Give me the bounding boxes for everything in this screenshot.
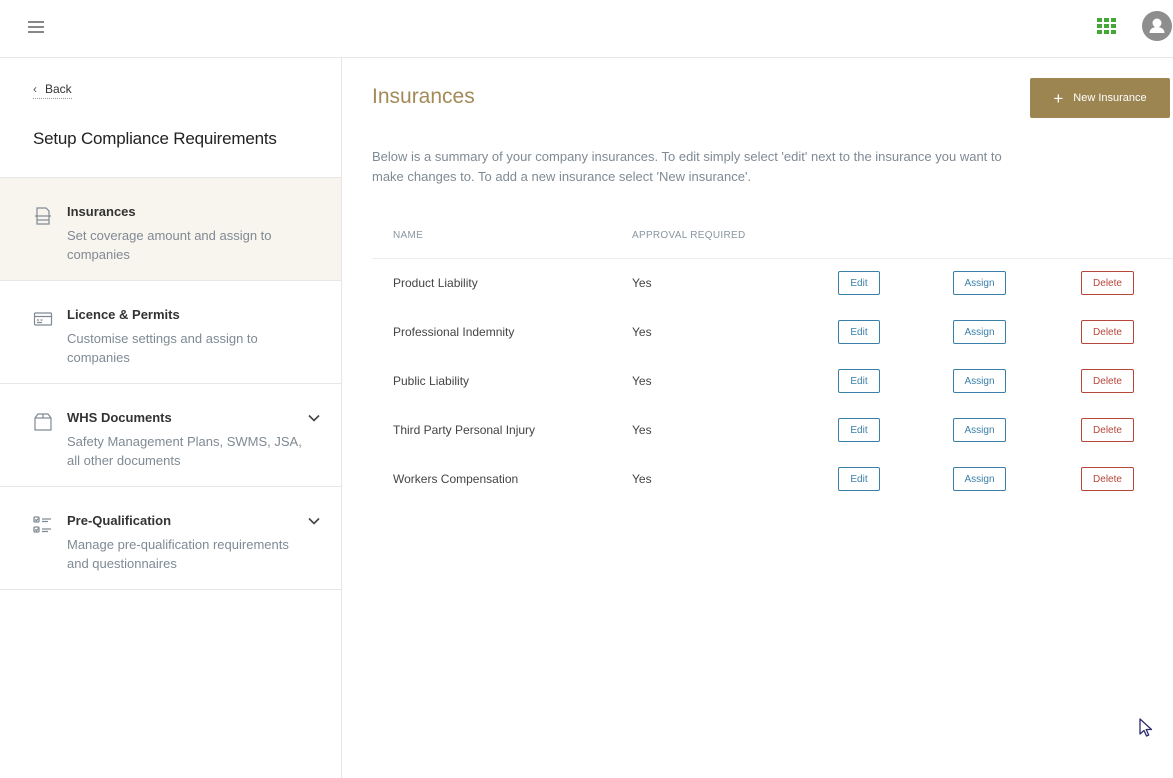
back-link[interactable]: ‹ Back bbox=[33, 82, 72, 99]
user-avatar-icon[interactable] bbox=[1142, 11, 1172, 41]
mouse-cursor-icon bbox=[1139, 718, 1153, 737]
table-row: Professional Indemnity Yes Edit Assign Delet… bbox=[372, 308, 1173, 357]
sidebar-item-label: Licence & Permits bbox=[67, 307, 180, 322]
table-body: Product Liability Yes Edit Assign Delete Prof… bbox=[372, 259, 1173, 504]
sidebar-nav: Insurances Set coverage amount and assig… bbox=[0, 177, 341, 590]
sidebar-item-licence-permits[interactable]: Licence & Permits Customise settings and… bbox=[0, 281, 341, 384]
new-insurance-button[interactable]: + New Insurance bbox=[1030, 78, 1170, 118]
sidebar-item-desc: Customise settings and assign to compani… bbox=[67, 331, 258, 365]
new-insurance-label: New Insurance bbox=[1073, 92, 1147, 104]
table-header: NAME APPROVAL REQUIRED bbox=[372, 218, 1173, 259]
insurance-name: Professional Indemnity bbox=[393, 325, 515, 339]
insurance-name: Workers Compensation bbox=[393, 472, 519, 486]
approval-required-value: Yes bbox=[632, 276, 652, 290]
table-row: Product Liability Yes Edit Assign Delete bbox=[372, 259, 1173, 308]
assign-button[interactable]: Assign bbox=[953, 418, 1006, 442]
main-content: Insurances + New Insurance Below is a su… bbox=[342, 58, 1173, 778]
sidebar-item-label: WHS Documents bbox=[67, 410, 172, 425]
sidebar-item-desc: Safety Management Plans, SWMS, JSA, all … bbox=[67, 434, 302, 468]
edit-button[interactable]: Edit bbox=[838, 320, 880, 344]
table-row: Workers Compensation Yes Edit Assign Delete bbox=[372, 455, 1173, 504]
sidebar-item-desc: Set coverage amount and assign to compan… bbox=[67, 228, 272, 262]
column-header-name: NAME bbox=[393, 230, 424, 241]
assign-button[interactable]: Assign bbox=[953, 467, 1006, 491]
delete-button[interactable]: Delete bbox=[1081, 369, 1134, 393]
plus-icon: + bbox=[1053, 88, 1064, 108]
sidebar: ‹ Back Setup Compliance Requirements Ins… bbox=[0, 58, 342, 778]
delete-button[interactable]: Delete bbox=[1081, 467, 1134, 491]
top-bar bbox=[0, 0, 1173, 58]
assign-button[interactable]: Assign bbox=[953, 320, 1006, 344]
table-row: Third Party Personal Injury Yes Edit Assign… bbox=[372, 406, 1173, 455]
insurance-name: Third Party Personal Injury bbox=[393, 423, 536, 437]
insurance-name: Public Liability bbox=[393, 374, 470, 388]
chevron-down-icon[interactable] bbox=[307, 514, 321, 528]
sidebar-item-whs-documents[interactable]: WHS Documents Safety Management Plans, S… bbox=[0, 384, 341, 487]
chevron-down-icon[interactable] bbox=[307, 411, 321, 425]
checklist-icon bbox=[33, 516, 51, 533]
edit-button[interactable]: Edit bbox=[838, 369, 880, 393]
approval-required-value: Yes bbox=[632, 472, 652, 486]
approval-required-value: Yes bbox=[632, 325, 652, 339]
hamburger-menu-icon[interactable] bbox=[28, 19, 44, 35]
sidebar-item-pre-qualification[interactable]: Pre-Qualification Manage pre-qualificati… bbox=[0, 487, 341, 590]
intro-text: Below is a summary of your company insur… bbox=[372, 149, 1002, 184]
id-card-icon bbox=[33, 312, 53, 326]
page-title: Insurances bbox=[372, 85, 475, 108]
table-row: Public Liability Yes Edit Assign Delete bbox=[372, 357, 1173, 406]
sidebar-item-insurances[interactable]: Insurances Set coverage amount and assig… bbox=[0, 178, 341, 281]
edit-button[interactable]: Edit bbox=[838, 271, 880, 295]
assign-button[interactable]: Assign bbox=[953, 369, 1006, 393]
back-label: Back bbox=[45, 82, 72, 96]
approval-required-value: Yes bbox=[632, 423, 652, 437]
delete-button[interactable]: Delete bbox=[1081, 271, 1134, 295]
edit-button[interactable]: Edit bbox=[838, 418, 880, 442]
delete-button[interactable]: Delete bbox=[1081, 320, 1134, 344]
document-icon bbox=[35, 207, 51, 225]
box-icon bbox=[34, 413, 52, 431]
insurances-table: NAME APPROVAL REQUIRED Product Liability… bbox=[372, 218, 1173, 504]
delete-button[interactable]: Delete bbox=[1081, 418, 1134, 442]
chevron-left-icon: ‹ bbox=[33, 82, 37, 96]
insurance-name: Product Liability bbox=[393, 276, 478, 290]
sidebar-title: Setup Compliance Requirements bbox=[33, 129, 277, 148]
approval-required-value: Yes bbox=[632, 374, 652, 388]
sidebar-item-label: Insurances bbox=[67, 204, 136, 219]
sidebar-item-label: Pre-Qualification bbox=[67, 513, 172, 528]
assign-button[interactable]: Assign bbox=[953, 271, 1006, 295]
apps-grid-icon[interactable] bbox=[1097, 18, 1116, 34]
column-header-approval: APPROVAL REQUIRED bbox=[632, 230, 746, 241]
sidebar-item-desc: Manage pre-qualification requirements an… bbox=[67, 537, 289, 571]
edit-button[interactable]: Edit bbox=[838, 467, 880, 491]
